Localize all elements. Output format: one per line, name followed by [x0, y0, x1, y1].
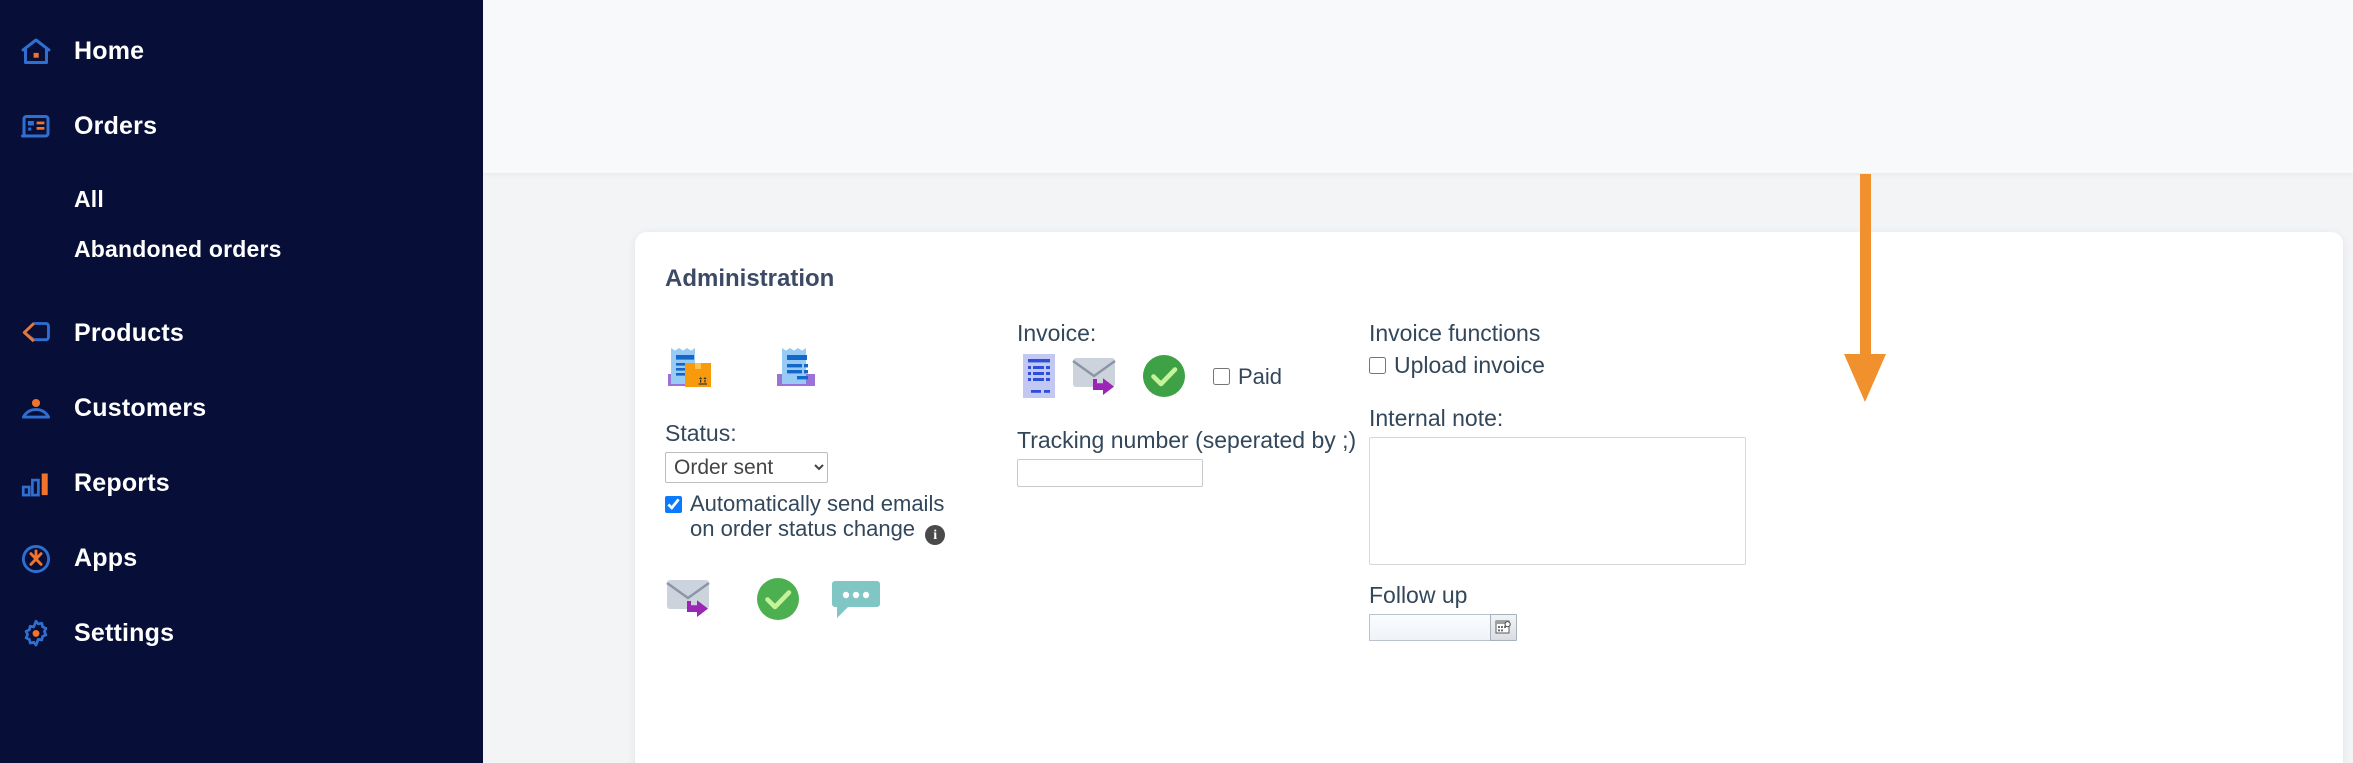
orders-icon — [17, 108, 55, 146]
sidebar-item-label: Apps — [74, 544, 138, 572]
paid-checkbox-row[interactable]: Paid — [1213, 364, 1282, 390]
home-icon — [17, 33, 55, 71]
sidebar-item-label: Settings — [74, 619, 175, 647]
invoice-doc-icon[interactable] — [1017, 352, 1061, 405]
bar-chart-icon — [17, 465, 55, 503]
sidebar-item-products[interactable]: Products — [0, 296, 483, 371]
invoice-column: Invoice: Paid Tracking number (seperated… — [1017, 320, 1417, 487]
sidebar-item-apps[interactable]: Apps — [0, 521, 483, 596]
sidebar-item-label: Home — [74, 37, 145, 65]
follow-up-label: Follow up — [1369, 582, 1468, 608]
follow-up-date-row — [1369, 614, 1769, 641]
calendar-icon[interactable] — [1490, 614, 1517, 641]
invoice-functions-label: Invoice functions — [1369, 320, 1541, 346]
send-email-icon[interactable] — [665, 574, 725, 627]
sidebar-item-label: Products — [74, 319, 184, 347]
invoice-label: Invoice: — [1017, 320, 1097, 346]
sidebar-item-abandoned-orders[interactable]: Abandoned orders — [0, 224, 483, 274]
apps-icon — [17, 540, 55, 578]
tracking-number-input[interactable] — [1017, 459, 1203, 487]
sidebar-item-home[interactable]: Home — [0, 14, 483, 89]
main-content: Home › Orders › 543 Order details (#543)… — [483, 0, 2353, 763]
sidebar-item-label: Orders — [74, 112, 158, 140]
invoice-paid-check-icon[interactable] — [1141, 353, 1187, 404]
status-label: Status: — [665, 420, 737, 446]
administration-left-column: Status: Order sent Automatically send em… — [665, 340, 1015, 627]
order-document-icons — [665, 340, 1015, 400]
upload-invoice-label: Upload invoice — [1394, 352, 1545, 378]
chat-bubble-icon[interactable] — [831, 576, 881, 627]
status-select[interactable]: Order sent — [665, 452, 828, 483]
info-icon[interactable]: i — [925, 525, 946, 546]
user-icon — [17, 390, 55, 428]
invoice-package-icon[interactable] — [665, 341, 721, 400]
green-check-icon[interactable] — [755, 576, 801, 627]
sidebar: Home Orders All Abandoned orders Product… — [0, 0, 483, 763]
internal-note-textarea[interactable] — [1369, 437, 1746, 565]
auto-email-checkbox-row[interactable]: Automatically send emails on order statu… — [665, 491, 965, 546]
sidebar-item-label: Reports — [74, 469, 170, 497]
sidebar-item-customers[interactable]: Customers — [0, 371, 483, 446]
invoice-document-icon[interactable] — [771, 341, 827, 400]
internal-note-label: Internal note: — [1369, 405, 1504, 431]
sidebar-item-label: Customers — [74, 394, 207, 422]
administration-card: Administration Status: Order sent Automa… — [635, 232, 2343, 763]
app-root: Home Orders All Abandoned orders Product… — [0, 0, 2353, 763]
upload-invoice-checkbox[interactable] — [1369, 357, 1386, 374]
communication-icons — [665, 567, 1015, 627]
sidebar-item-orders[interactable]: Orders — [0, 89, 483, 164]
auto-email-label: Automatically send emails on order statu… — [690, 491, 945, 541]
follow-up-date-input[interactable] — [1369, 614, 1490, 641]
invoice-icon-row: Paid — [1017, 352, 1417, 405]
paid-checkbox[interactable] — [1213, 368, 1230, 385]
paid-label: Paid — [1238, 363, 1283, 389]
sidebar-item-settings[interactable]: Settings — [0, 596, 483, 671]
gear-icon — [17, 615, 55, 653]
sidebar-item-all[interactable]: All — [0, 174, 483, 224]
invoice-functions-column: Invoice functions Upload invoice Interna… — [1369, 320, 1769, 641]
send-invoice-email-icon[interactable] — [1071, 352, 1131, 405]
card-title: Administration — [665, 265, 835, 292]
top-bar — [483, 0, 2353, 173]
sidebar-item-label: All — [74, 185, 104, 212]
sidebar-item-reports[interactable]: Reports — [0, 446, 483, 521]
tag-icon — [17, 315, 55, 353]
sidebar-item-label: Abandoned orders — [74, 235, 282, 262]
auto-email-checkbox[interactable] — [665, 496, 682, 513]
upload-invoice-row[interactable]: Upload invoice — [1369, 352, 1769, 379]
tracking-number-label: Tracking number (seperated by ;) — [1017, 427, 1357, 453]
